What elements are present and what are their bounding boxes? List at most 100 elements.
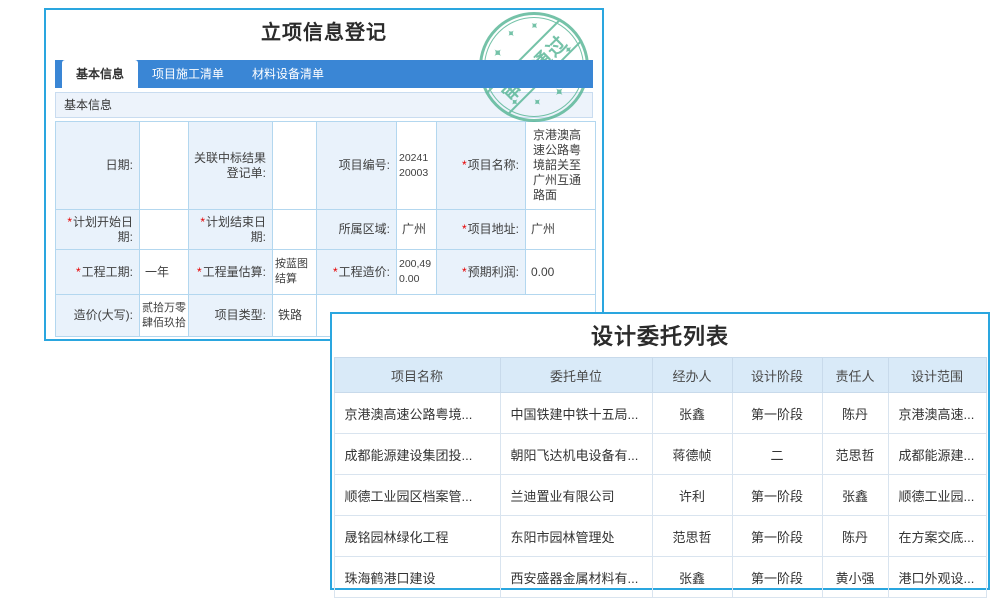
field-label: 项目名称: [468,158,519,172]
design-scope-cell: 港口外观设... [888,557,986,598]
required-mark: * [197,265,202,279]
project-cost-label: *工程造价: [317,250,397,295]
required-mark: * [462,158,467,172]
design-scope-cell: 在方案交底... [888,516,986,557]
table-row: 成都能源建设集团投... 朝阳飞达机电设备有... 蒋德帧 二 范思哲 成都能源… [334,434,986,475]
registration-panel: 立项信息登记 基本信息 项目施工清单 材料设备清单 基本信息 日期: 关联中标结… [44,8,604,341]
project-name-link[interactable]: 成都能源建设集团投... [334,434,500,475]
tab-construction-list[interactable]: 项目施工清单 [138,60,238,88]
field-label: 项目类型: [215,308,266,322]
expected-profit-value: 0.00 [526,250,596,295]
form-row: *工程工期: 一年 *工程量估算: 按蓝图结算 *工程造价: 200,490.0… [56,250,596,295]
project-name-link[interactable]: 珠海鹤港口建设 [334,557,500,598]
field-label: 计划开始日期: [73,215,133,244]
field-label: 工程工期: [82,265,133,279]
owner-link[interactable]: 黄小强 [822,557,888,598]
plan-start-date-field [140,210,189,250]
required-mark: * [462,222,467,236]
project-address-label: *项目地址: [437,210,526,250]
cost-in-words-value: 贰拾万零肆佰玖拾 [140,295,189,337]
handler-link[interactable]: 蒋德帧 [652,434,732,475]
design-stage-cell: 二 [732,434,822,475]
owner-link[interactable]: 范思哲 [822,434,888,475]
client-unit-cell: 中国铁建中铁十五局... [500,393,652,434]
owner-link[interactable]: 张鑫 [822,475,888,516]
duration-value: 一年 [140,250,189,295]
plan-end-date-field [273,210,317,250]
design-scope-cell: 成都能源建... [888,434,986,475]
expected-profit-label: *预期利润: [437,250,526,295]
col-client-unit: 委托单位 [500,358,652,393]
table-row: 顺德工业园区档案管... 兰迪置业有限公司 许利 第一阶段 张鑫 顺德工业园..… [334,475,986,516]
owner-link[interactable]: 陈丹 [822,516,888,557]
design-scope-cell: 顺德工业园... [888,475,986,516]
duration-label: *工程工期: [56,250,140,295]
date-field [140,122,189,210]
required-mark: * [67,215,72,229]
region-label: 所属区域: [317,210,397,250]
col-project-name: 项目名称 [334,358,500,393]
client-unit-cell: 朝阳飞达机电设备有... [500,434,652,475]
col-owner: 责任人 [822,358,888,393]
col-handler: 经办人 [652,358,732,393]
table-header-row: 项目名称 委托单位 经办人 设计阶段 责任人 设计范围 [334,358,986,393]
field-label: 日期: [106,158,133,172]
field-label: 关联中标结果登记单: [194,151,266,180]
col-design-scope: 设计范围 [888,358,986,393]
section-header: 基本信息 [55,92,593,118]
table-row: 珠海鹤港口建设 西安盛器金属材料有... 张鑫 第一阶段 黄小强 港口外观设..… [334,557,986,598]
client-unit-cell: 兰迪置业有限公司 [500,475,652,516]
project-number-label: 项目编号: [317,122,397,210]
field-label: 项目地址: [468,222,519,236]
plan-end-date-label: *计划结束日期: [189,210,273,250]
tab-bar: 基本信息 项目施工清单 材料设备清单 [55,60,593,88]
project-name-link[interactable]: 京港澳高速公路粤境... [334,393,500,434]
registration-form-table: 日期: 关联中标结果登记单: 项目编号: 2024120003 *项目名称: 京… [55,121,596,337]
cost-in-words-label: 造价(大写): [56,295,140,337]
required-mark: * [462,265,467,279]
project-address-value: 广州 [526,210,596,250]
design-stage-cell: 第一阶段 [732,557,822,598]
form-row: 日期: 关联中标结果登记单: 项目编号: 2024120003 *项目名称: 京… [56,122,596,210]
plan-start-date-label: *计划开始日期: [56,210,140,250]
project-type-value: 铁路 [273,295,317,337]
quantity-estimate-value: 按蓝图结算 [273,250,317,295]
required-mark: * [333,265,338,279]
table-row: 晟铭园林绿化工程 东阳市园林管理处 范思哲 第一阶段 陈丹 在方案交底... [334,516,986,557]
project-cost-value: 200,490.00 [397,250,437,295]
handler-link[interactable]: 许利 [652,475,732,516]
owner-link[interactable]: 陈丹 [822,393,888,434]
handler-link[interactable]: 张鑫 [652,393,732,434]
project-name-link[interactable]: 晟铭园林绿化工程 [334,516,500,557]
bid-result-label: 关联中标结果登记单: [189,122,273,210]
table-row: 京港澳高速公路粤境... 中国铁建中铁十五局... 张鑫 第一阶段 陈丹 京港澳… [334,393,986,434]
project-name-label: *项目名称: [437,122,526,210]
field-label: 项目编号: [339,158,390,172]
quantity-estimate-label: *工程量估算: [189,250,273,295]
bid-result-field [273,122,317,210]
field-label: 所属区域: [339,222,390,236]
list-title: 设计委托列表 [332,322,988,352]
page-title: 立项信息登记 [46,20,602,46]
date-label: 日期: [56,122,140,210]
required-mark: * [200,215,205,229]
col-design-stage: 设计阶段 [732,358,822,393]
design-stage-cell: 第一阶段 [732,516,822,557]
project-type-label: 项目类型: [189,295,273,337]
commission-list-panel: 设计委托列表 项目名称 委托单位 经办人 设计阶段 责任人 设计范围 京港澳高速… [330,312,990,590]
field-label: 预期利润: [468,265,519,279]
project-name-link[interactable]: 顺德工业园区档案管... [334,475,500,516]
design-stage-cell: 第一阶段 [732,475,822,516]
project-name-value: 京港澳高速公路粤境韶关至广州互通路面 [526,122,596,210]
field-label: 造价(大写): [74,308,133,322]
tab-basic-info[interactable]: 基本信息 [62,60,138,88]
field-label: 工程量估算: [203,265,266,279]
design-stage-cell: 第一阶段 [732,393,822,434]
tab-material-equipment-list[interactable]: 材料设备清单 [238,60,338,88]
handler-link[interactable]: 范思哲 [652,516,732,557]
handler-link[interactable]: 张鑫 [652,557,732,598]
field-label: 工程造价: [339,265,390,279]
commission-table: 项目名称 委托单位 经办人 设计阶段 责任人 设计范围 京港澳高速公路粤境...… [334,357,987,598]
project-number-value: 2024120003 [397,122,437,210]
region-value: 广州 [397,210,437,250]
